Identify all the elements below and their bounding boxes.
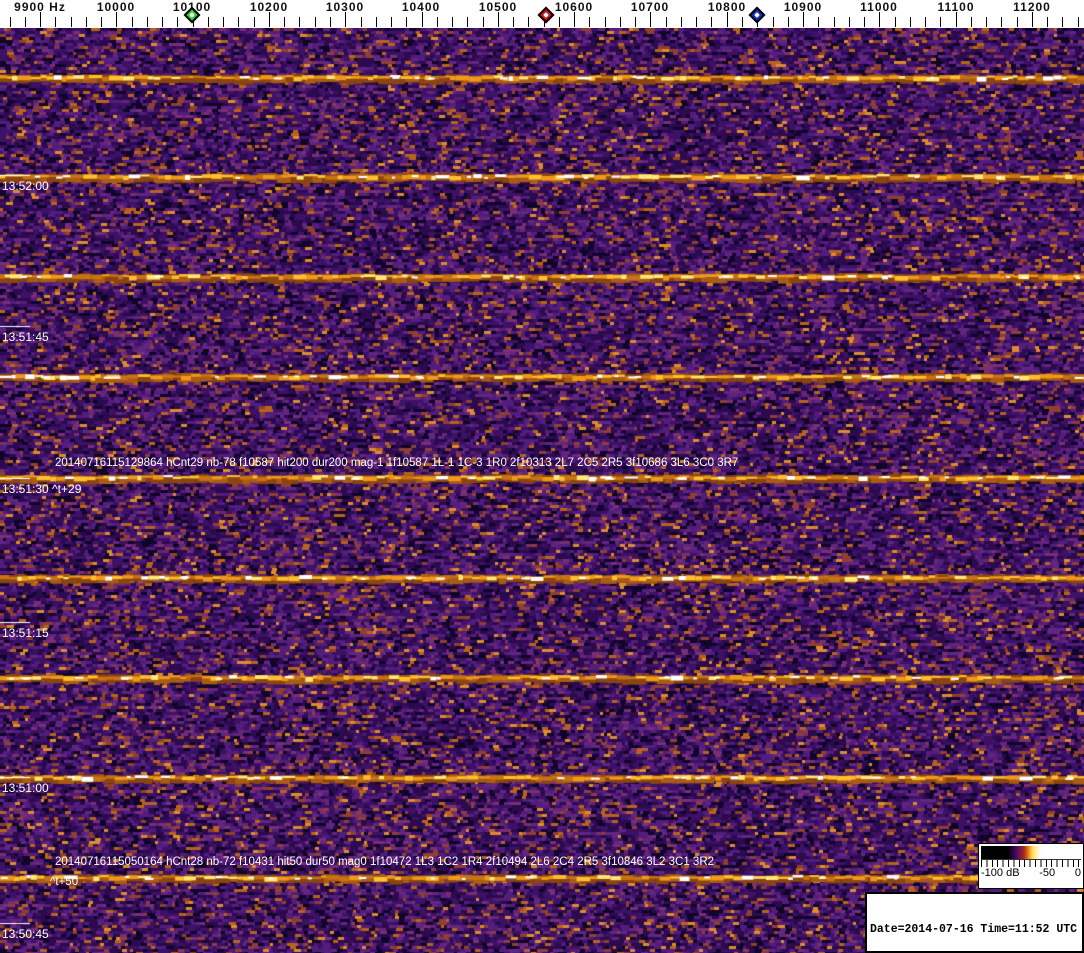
frequency-ruler: 9900 Hz 10000 10100 10200 10300 10400 10… <box>0 0 1084 28</box>
freq-tick-label: 10800 <box>707 0 747 14</box>
spectrogram-canvas[interactable] <box>0 28 1084 953</box>
marker-center-dot <box>543 12 549 18</box>
freq-tick-label: 10200 <box>249 0 289 14</box>
scale-min-label: -100 dB <box>981 867 1020 879</box>
freq-tick-label: 10000 <box>96 0 136 14</box>
time-label: 13:50:45 <box>2 927 49 941</box>
spectrogram-app-window: 9900 Hz 10000 10100 10200 10300 10400 10… <box>0 0 1084 953</box>
detection-annotation: 20140716115050164 hCnt28 nb-72 f10431 hi… <box>55 856 715 868</box>
freq-tick-label: 11200 <box>1013 0 1051 14</box>
color-scale-legend: -100 dB -50 0 <box>978 843 1084 889</box>
marker-center-dot <box>189 12 195 18</box>
freq-tick-label: 10500 <box>478 0 518 14</box>
red-frequency-marker-icon[interactable] <box>537 6 555 24</box>
freq-tick-label: 10900 <box>783 0 823 14</box>
freq-tick-label: 10700 <box>630 0 670 14</box>
freq-tick-label: 11000 <box>860 0 898 14</box>
color-scale-gradient <box>981 846 1081 860</box>
marker-center-dot <box>754 12 760 18</box>
color-scale-ticks <box>981 860 1081 867</box>
time-label: 13:51:45 <box>2 330 49 344</box>
freq-tick-label: 10300 <box>325 0 365 14</box>
time-label: 13:51:15 <box>2 626 49 640</box>
trigger-annotation: ^t+50 <box>50 876 79 888</box>
freq-tick-label: 10400 <box>401 0 441 14</box>
freq-tick-label: 10600 <box>554 0 594 14</box>
blue-frequency-marker-icon[interactable] <box>748 6 766 24</box>
status-info-box: Date=2014-07-16 Time=11:52 UTC Freq=143 … <box>865 892 1084 953</box>
scale-mid-label: -50 <box>1039 867 1056 879</box>
time-label: 13:51:30 ^t+29 <box>2 482 82 496</box>
time-label: 13:52:00 <box>2 179 49 193</box>
scale-max-label: 0 <box>1074 867 1081 879</box>
freq-tick-label: 9900 Hz <box>14 0 66 14</box>
detection-annotation: 20140716115129864 hCnt29 nb-78 f10587 hi… <box>55 457 739 469</box>
info-date-time: Date=2014-07-16 Time=11:52 UTC <box>870 923 1078 936</box>
freq-tick-label: 11100 <box>937 0 975 14</box>
time-label: 13:51:00 <box>2 781 49 795</box>
